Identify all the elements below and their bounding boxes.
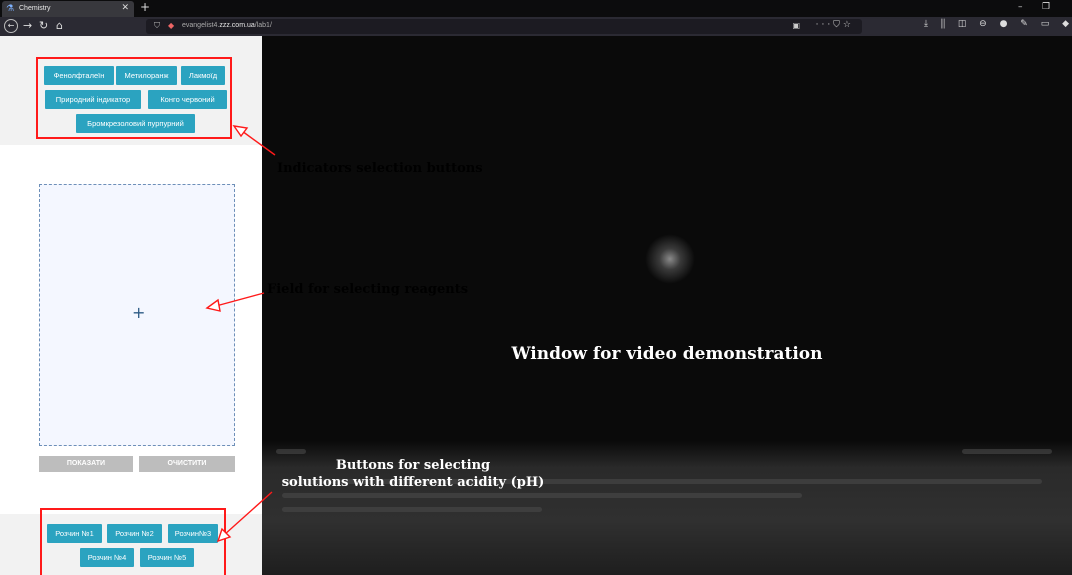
blurred-text-line	[282, 493, 802, 498]
page-actions-icon[interactable]: ···⛉☆	[816, 20, 854, 30]
blurred-text-line	[282, 507, 542, 512]
browser-navigation-bar: ← → ↻ ⌂ ⛉ ◆ evangelist4.zzz.com.ua/lab1/…	[0, 17, 1072, 36]
video-window-annotation: Window for video demonstration	[511, 344, 823, 364]
reagents-annotation: Field for selecting reagents	[267, 282, 469, 297]
new-tab-icon[interactable]: +	[140, 0, 150, 14]
video-player[interactable]: Window for video demonstration	[262, 36, 1072, 575]
reload-icon[interactable]: ↻	[39, 19, 48, 32]
reader-view-icon[interactable]: ▣	[792, 21, 800, 30]
forward-icon[interactable]: →	[23, 19, 32, 32]
flask-icon: ⚗	[6, 4, 15, 14]
restore-icon[interactable]: ❐	[1042, 2, 1050, 12]
add-reagent-icon[interactable]: +	[132, 303, 145, 322]
minimize-icon[interactable]: –	[1018, 2, 1023, 12]
tab-title: Chemistry	[19, 5, 51, 12]
clear-button[interactable]: ОЧИСТИТИ	[139, 456, 235, 472]
home-icon[interactable]: ⌂	[56, 19, 63, 32]
blurred-control	[962, 449, 1052, 454]
close-tab-icon[interactable]: ✕	[121, 3, 129, 13]
indicators-annotation: Indicators selection buttons	[277, 161, 483, 176]
url-bar[interactable]: ⛉ ◆ evangelist4.zzz.com.ua/lab1/ ▣ ···⛉☆	[146, 19, 862, 34]
solutions-annotation-line2: solutions with different acidity (pH)	[281, 475, 545, 490]
shield-icon[interactable]: ⛉	[154, 21, 160, 31]
toolbar-icons[interactable]: ⤓ ⫼ ◫ ⊖ ● ✎ ▭ ◆ ≡	[924, 19, 1072, 29]
browser-tab-bar: ⚗ Chemistry ✕ + – ❐	[0, 0, 1072, 17]
solutions-highlight-box	[40, 508, 226, 575]
solutions-annotation-line1: Buttons for selecting	[335, 458, 491, 473]
browser-tab[interactable]: ⚗ Chemistry ✕	[2, 1, 134, 17]
show-button[interactable]: ПОКАЗАТИ	[39, 456, 133, 472]
back-icon[interactable]: ←	[4, 19, 18, 33]
indicators-highlight-box	[36, 57, 232, 139]
site-favicon-icon: ◆	[168, 21, 175, 30]
blurred-control	[276, 449, 306, 454]
video-frame-light	[645, 234, 695, 284]
url-text[interactable]: evangelist4.zzz.com.ua/lab1/	[182, 22, 272, 29]
reagent-selection-field[interactable]: +	[39, 184, 235, 446]
